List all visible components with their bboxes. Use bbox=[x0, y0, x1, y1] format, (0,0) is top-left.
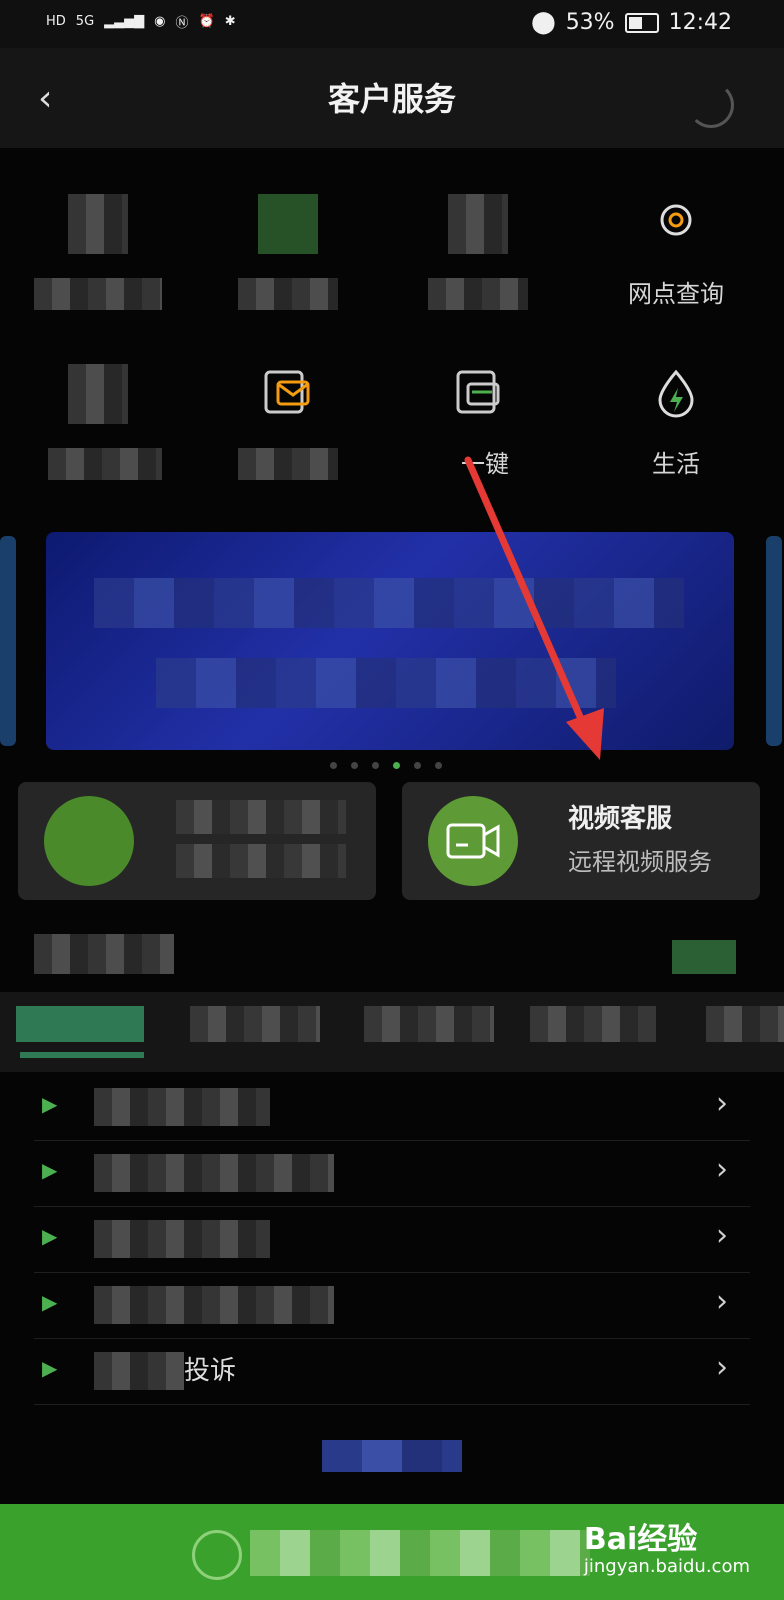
grid-label: 生活 bbox=[652, 450, 700, 478]
card-icon bbox=[448, 364, 508, 424]
hd-badge: HD bbox=[46, 14, 66, 29]
app-icon bbox=[448, 194, 508, 254]
bill-icon bbox=[68, 194, 128, 254]
list-item-text: 投诉 bbox=[184, 1356, 237, 1386]
service-card-left[interactable] bbox=[18, 782, 376, 900]
card-title bbox=[176, 800, 346, 834]
category-tabs bbox=[0, 992, 784, 1072]
carousel-dots bbox=[330, 762, 442, 769]
section-title bbox=[34, 934, 174, 974]
tab-5[interactable] bbox=[706, 1006, 784, 1042]
banner-text-line-1 bbox=[94, 578, 684, 628]
grid-item-4[interactable]: 网点查询 bbox=[596, 160, 756, 310]
card-title: 视频客服 bbox=[568, 804, 673, 834]
tab-2[interactable] bbox=[190, 1006, 320, 1042]
battery-icon bbox=[624, 12, 659, 33]
play-icon: ▶ bbox=[42, 1356, 58, 1380]
list-item[interactable]: ▶ › bbox=[34, 1206, 750, 1273]
list-item[interactable]: ▶ › bbox=[34, 1140, 750, 1207]
grid-item-8[interactable]: 生活 bbox=[596, 330, 756, 480]
carousel-next-card[interactable] bbox=[766, 536, 782, 746]
banner-text-line-2 bbox=[156, 658, 616, 708]
carousel-prev-card[interactable] bbox=[0, 536, 16, 746]
list-item-text bbox=[94, 1088, 270, 1126]
location-icon: ⬤ bbox=[531, 10, 556, 35]
grid-item-7[interactable]: 一键 bbox=[398, 330, 558, 480]
list-item-text bbox=[94, 1220, 270, 1258]
gauge-icon bbox=[68, 364, 128, 424]
card-subtitle: 远程视频服务 bbox=[568, 848, 712, 876]
grid-item-1[interactable] bbox=[18, 160, 178, 310]
carousel-dot[interactable] bbox=[351, 762, 358, 769]
network-badge: 5G bbox=[75, 14, 95, 29]
chevron-right-icon: › bbox=[716, 1152, 728, 1187]
bluetooth-icon: ✱ bbox=[224, 14, 236, 29]
grid-label bbox=[428, 278, 528, 310]
tab-indicator bbox=[20, 1052, 144, 1058]
carousel-banner[interactable] bbox=[46, 532, 734, 750]
grid-label: 一键 bbox=[461, 450, 509, 478]
list-item-text bbox=[94, 1286, 334, 1324]
chevron-right-icon: › bbox=[716, 1350, 728, 1385]
drop-bolt-icon bbox=[646, 364, 706, 424]
grid-label: 网点查询 bbox=[628, 280, 724, 308]
watermark-brand: Bai经验 bbox=[583, 1522, 698, 1557]
carousel-dot[interactable] bbox=[372, 762, 379, 769]
carousel-dot[interactable] bbox=[330, 762, 337, 769]
carousel-dot[interactable] bbox=[393, 762, 400, 769]
carousel-dot[interactable] bbox=[414, 762, 421, 769]
play-icon: ▶ bbox=[42, 1224, 58, 1248]
bottom-indicator bbox=[322, 1440, 462, 1472]
watermark-url: jingyan.baidu.com bbox=[583, 1556, 750, 1577]
grid-item-6[interactable] bbox=[208, 330, 368, 480]
tab-4[interactable] bbox=[530, 1006, 656, 1042]
chevron-right-icon: › bbox=[716, 1284, 728, 1319]
grid-item-5[interactable] bbox=[18, 330, 178, 480]
headset-icon[interactable] bbox=[688, 82, 734, 128]
location-pin-icon bbox=[646, 194, 706, 254]
page-title: 客户服务 bbox=[327, 80, 456, 118]
alarm-icon: ⏰ bbox=[198, 14, 215, 29]
card-subtitle bbox=[176, 844, 346, 878]
chevron-right-icon: › bbox=[716, 1218, 728, 1253]
mail-icon bbox=[258, 364, 318, 424]
list-item-text bbox=[94, 1154, 334, 1192]
grid-label bbox=[34, 278, 162, 310]
list-item-text-blur bbox=[94, 1352, 184, 1390]
chevron-right-icon: › bbox=[716, 1086, 728, 1121]
list-item[interactable]: ▶ 投诉 › bbox=[34, 1338, 750, 1405]
signal-icon: ▂▃▅▇ bbox=[104, 14, 145, 29]
app-icon bbox=[258, 194, 318, 254]
tab-3[interactable] bbox=[364, 1006, 494, 1042]
play-icon: ▶ bbox=[42, 1092, 58, 1116]
grid-label bbox=[48, 448, 162, 480]
watermark: Bai经验 jingyan.baidu.com bbox=[584, 1514, 750, 1577]
grid-label bbox=[238, 448, 338, 480]
nfc-icon: Ⓝ bbox=[175, 16, 189, 31]
grid-label bbox=[238, 278, 338, 310]
bottom-action-bar[interactable]: Bai经验 jingyan.baidu.com bbox=[0, 1504, 784, 1600]
section-more-link[interactable] bbox=[672, 940, 736, 974]
grid-item-3[interactable] bbox=[398, 160, 558, 310]
list-item[interactable]: ▶ › bbox=[34, 1074, 750, 1141]
clock: 12:42 bbox=[668, 10, 732, 35]
tab-1[interactable] bbox=[16, 1006, 144, 1042]
status-bar: HD 5G ▂▃▅▇ ◉ Ⓝ ⏰ ✱ ⬤ 53% 12:42 bbox=[0, 0, 784, 48]
video-camera-icon bbox=[428, 796, 518, 886]
battery-percent: 53% bbox=[565, 10, 615, 35]
chat-icon bbox=[192, 1530, 242, 1580]
grid-item-2[interactable] bbox=[208, 160, 368, 310]
play-icon: ▶ bbox=[42, 1290, 58, 1314]
video-service-card[interactable]: 视频客服 远程视频服务 bbox=[402, 782, 760, 900]
header-bar: ‹ 客户服务 bbox=[0, 48, 784, 148]
bottom-bar-text bbox=[250, 1530, 590, 1576]
list-item[interactable]: ▶ › bbox=[34, 1272, 750, 1339]
play-icon: ▶ bbox=[42, 1158, 58, 1182]
eye-icon: ◉ bbox=[154, 14, 166, 29]
carousel-dot[interactable] bbox=[435, 762, 442, 769]
status-left: HD 5G ▂▃▅▇ ◉ Ⓝ ⏰ ✱ bbox=[46, 12, 236, 31]
status-right: ⬤ 53% 12:42 bbox=[531, 10, 732, 35]
app-icon bbox=[44, 796, 134, 886]
